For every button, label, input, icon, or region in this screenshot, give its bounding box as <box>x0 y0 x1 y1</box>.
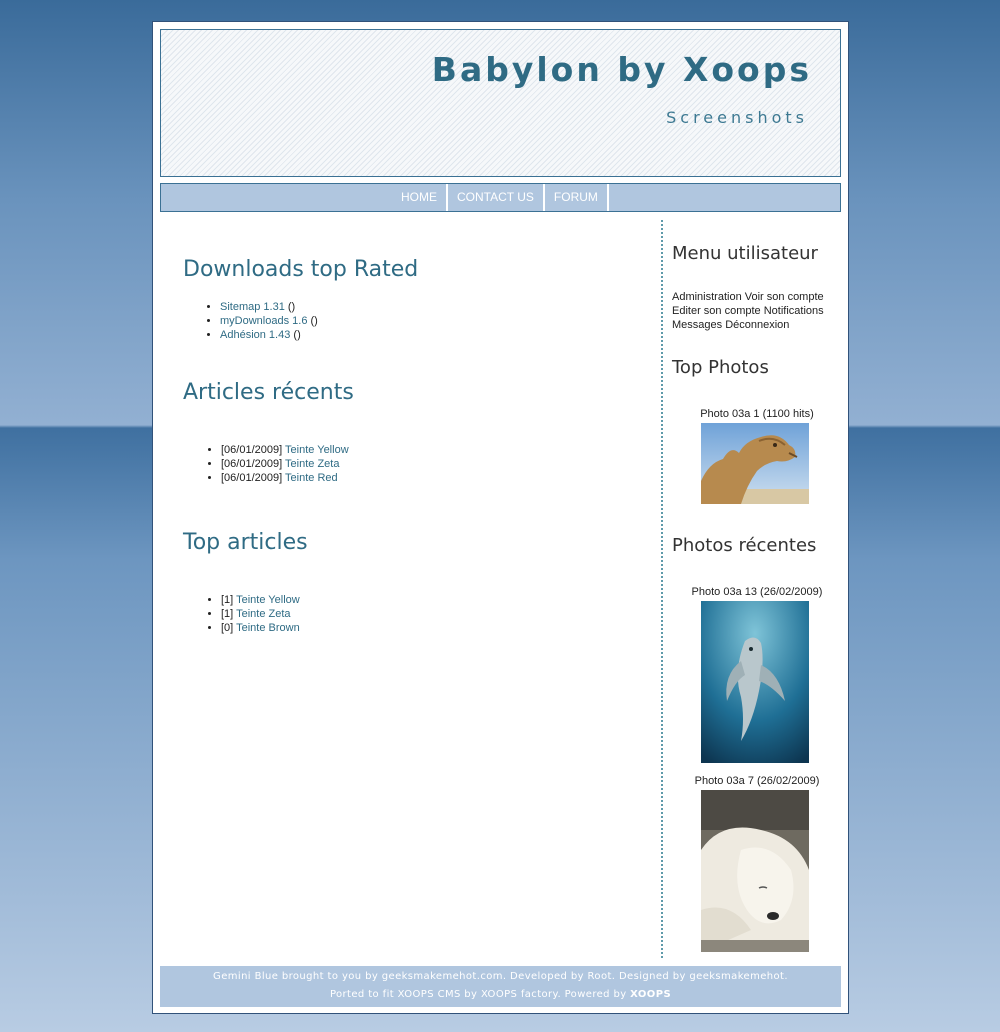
dolphin-photo-image <box>701 601 809 763</box>
download-link[interactable]: Adhésion 1.43 <box>220 329 290 341</box>
list-item: Sitemap 1.31 () <box>220 300 418 314</box>
site-subtitle: Screenshots <box>666 108 808 127</box>
download-link[interactable]: Sitemap 1.31 <box>220 301 285 313</box>
site-footer: Gemini Blue brought to you by geeksmakem… <box>160 966 841 1007</box>
recent-photo-caption-1[interactable]: Photo 03a 13 (26/02/2009) <box>671 586 843 598</box>
menu-administration[interactable]: Administration <box>672 291 742 303</box>
top-articles-list: [1] Teinte Yellow [1] Teinte Zeta [0] Te… <box>221 593 308 635</box>
article-link[interactable]: Teinte Zeta <box>236 608 290 620</box>
site-header: Babylon by Xoops Screenshots <box>160 29 841 177</box>
article-link[interactable]: Teinte Zeta <box>285 458 339 470</box>
camel-photo-image <box>701 423 809 504</box>
recent-photo-caption-2[interactable]: Photo 03a 7 (26/02/2009) <box>671 775 843 787</box>
list-item: [1] Teinte Zeta <box>221 607 308 621</box>
list-item: [0] Teinte Brown <box>221 621 308 635</box>
top-photos-title: Top Photos <box>672 357 769 378</box>
page-container: Babylon by Xoops Screenshots HOME CONTAC… <box>152 21 849 1014</box>
article-rank: [1] <box>221 594 237 606</box>
xoops-link[interactable]: XOOPS <box>630 989 671 1000</box>
article-rank: [0] <box>221 622 237 634</box>
menu-view-account[interactable]: Voir son compte <box>745 291 824 303</box>
article-date: [06/01/2009] <box>221 444 286 456</box>
list-item: [06/01/2009] Teinte Yellow <box>221 443 354 457</box>
menu-notifications[interactable]: Notifications <box>764 305 824 317</box>
menu-logout[interactable]: Déconnexion <box>725 319 789 331</box>
list-item: [06/01/2009] Teinte Red <box>221 471 354 485</box>
polar-bear-photo-image <box>701 790 809 952</box>
vote-count: () <box>290 329 301 341</box>
list-item: myDownloads 1.6 () <box>220 314 418 328</box>
site-title[interactable]: Babylon by Xoops <box>432 50 812 89</box>
downloads-list: Sitemap 1.31 () myDownloads 1.6 () Adhés… <box>220 300 418 342</box>
top-articles-block: Top articles [1] Teinte Yellow [1] Teint… <box>183 530 308 635</box>
footer-ported-text: Ported to fit XOOPS CMS by XOOPS factory… <box>329 989 631 1000</box>
vote-count: () <box>307 315 318 327</box>
menu-messages[interactable]: Messages <box>672 319 722 331</box>
footer-powered-by: Ported to fit XOOPS CMS by XOOPS factory… <box>160 986 841 1004</box>
column-divider <box>661 220 663 958</box>
menu-edit-account[interactable]: Editer son compte <box>672 305 761 317</box>
recent-articles-list: [06/01/2009] Teinte Yellow [06/01/2009] … <box>221 443 354 485</box>
dolphin-photo[interactable] <box>701 601 809 763</box>
article-date: [06/01/2009] <box>221 458 286 470</box>
recent-articles-title: Articles récents <box>183 380 354 405</box>
top-articles-title: Top articles <box>183 530 308 555</box>
footer-credits: Gemini Blue brought to you by geeksmakem… <box>213 971 788 982</box>
article-link[interactable]: Teinte Red <box>285 472 338 484</box>
camel-photo[interactable] <box>701 423 809 504</box>
nav-contact-us[interactable]: CONTACT US <box>448 184 545 211</box>
recent-photos-title: Photos récentes <box>672 535 817 556</box>
article-date: [06/01/2009] <box>221 472 286 484</box>
list-item: [06/01/2009] Teinte Zeta <box>221 457 354 471</box>
nav-forum[interactable]: FORUM <box>545 184 609 211</box>
article-rank: [1] <box>221 608 237 620</box>
downloads-title: Downloads top Rated <box>183 257 419 282</box>
recent-articles-block: Articles récents [06/01/2009] Teinte Yel… <box>183 380 354 485</box>
polar-bear-photo[interactable] <box>701 790 809 952</box>
vote-count: () <box>284 301 296 313</box>
user-menu: Administration Voir son compte Editer so… <box>672 290 837 332</box>
nav-home[interactable]: HOME <box>392 184 448 211</box>
article-link[interactable]: Teinte Yellow <box>236 594 300 606</box>
user-menu-title: Menu utilisateur <box>672 243 818 264</box>
main-nav: HOME CONTACT US FORUM <box>160 183 841 212</box>
list-item: [1] Teinte Yellow <box>221 593 308 607</box>
article-link[interactable]: Teinte Brown <box>236 622 300 634</box>
article-link[interactable]: Teinte Yellow <box>285 444 349 456</box>
top-photo-caption[interactable]: Photo 03a 1 (1100 hits) <box>671 408 843 420</box>
downloads-top-rated-block: Downloads top Rated Sitemap 1.31 () myDo… <box>183 257 418 342</box>
list-item: Adhésion 1.43 () <box>220 328 418 342</box>
download-link[interactable]: myDownloads 1.6 <box>220 315 307 327</box>
